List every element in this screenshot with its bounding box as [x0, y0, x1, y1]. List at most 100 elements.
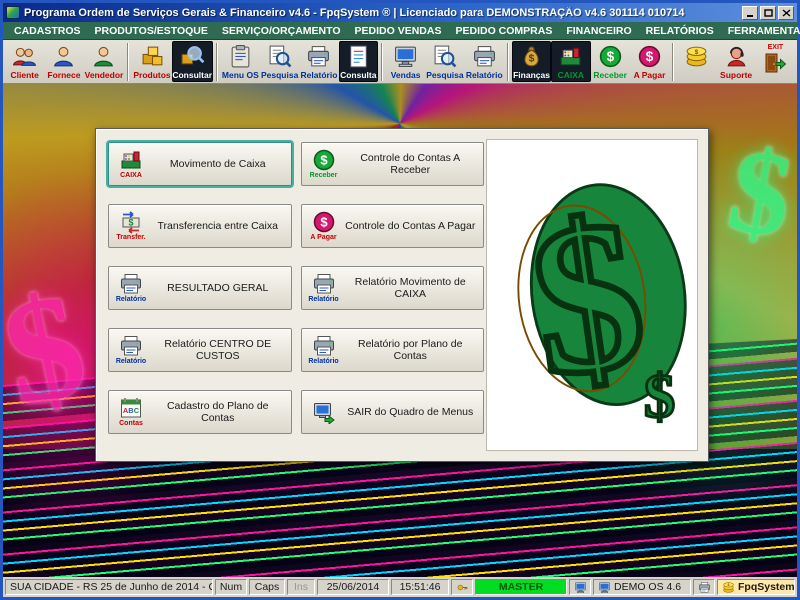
toolbar-separator	[127, 43, 129, 81]
toolbar-vendas-button[interactable]: Vendas	[386, 41, 425, 82]
transferencia-entre-caixa-button[interactable]: Transfer. Transferencia entre Caixa	[108, 204, 292, 248]
monitor-icon	[393, 44, 418, 69]
support-headset-icon	[724, 44, 749, 69]
toolbar-produtos-button[interactable]: Produtos	[132, 41, 171, 82]
search-products-icon	[180, 44, 205, 69]
menu-ferramentas[interactable]: FERRAMENTAS	[721, 25, 800, 37]
maximize-button[interactable]	[760, 6, 776, 20]
status-monitor-indicator	[569, 579, 591, 595]
exit-sign-label: EXIT	[768, 44, 784, 51]
search-document-icon	[432, 44, 457, 69]
close-button[interactable]	[778, 6, 794, 20]
menu-relatorios[interactable]: RELATÓRIOS	[639, 25, 721, 37]
status-printer-indicator[interactable]	[693, 579, 715, 595]
exit-screen-icon	[305, 400, 343, 424]
app-window: Programa Ordem de Serviços Gerais & Fina…	[0, 0, 800, 600]
search-document-icon	[267, 44, 292, 69]
status-brand: FpqSystem	[717, 579, 795, 595]
big-dollar-sign-art	[492, 149, 692, 441]
panel-right-column: Receber Controle do Contas A Receber A P…	[301, 142, 485, 434]
transfer-arrows-icon: Transfer.	[112, 210, 150, 242]
toolbar-consultar-button[interactable]: Consultar	[172, 41, 213, 82]
document-icon	[346, 44, 371, 69]
menu-servico-orcamento[interactable]: SERVIÇO/ORÇAMENTO	[215, 25, 348, 37]
gold-coins-icon	[684, 44, 709, 69]
red-dollar-coin-icon: A Pagar	[305, 210, 343, 242]
resultado-geral-button[interactable]: Relatório RESULTADO GERAL	[108, 266, 292, 310]
toolbar-a-pagar-button[interactable]: A Pagar	[630, 41, 669, 82]
toolbar-relatorio-vendas-button[interactable]: Relatório	[465, 41, 504, 82]
toolbar-caixa-button[interactable]: CAIXA	[551, 41, 590, 82]
menu-cadastros[interactable]: CADASTROS	[7, 25, 88, 37]
cash-register-icon: CAIXA	[112, 148, 150, 180]
status-num-lock: Num	[215, 579, 247, 595]
products-boxes-icon	[140, 44, 165, 69]
key-icon	[456, 581, 469, 594]
toolbar-financas-button[interactable]: Finanças	[512, 41, 551, 82]
toolbar-moedas-button[interactable]	[677, 41, 716, 82]
status-caps-lock: Caps	[249, 579, 285, 595]
toolbar-vendedor-button[interactable]: Vendedor	[84, 41, 125, 82]
menu-produtos-estoque[interactable]: PRODUTOS/ESTOQUE	[88, 25, 215, 37]
clipboard-icon	[228, 44, 253, 69]
menu-financeiro[interactable]: FINANCEIRO	[559, 25, 638, 37]
clients-icon	[12, 44, 37, 69]
status-insert: Ins	[287, 579, 315, 595]
red-dollar-coin-icon	[637, 44, 662, 69]
toolbar: Cliente Fornece Vendedor Produtos Consul…	[3, 40, 797, 84]
green-dollar-coin-icon: Receber	[305, 148, 343, 180]
status-time: 15:51:46	[391, 579, 449, 595]
toolbar-separator	[672, 43, 674, 81]
relatorio-centro-de-custos-button[interactable]: Relatório Relatório CENTRO DE CUSTOS	[108, 328, 292, 372]
monitor-icon	[574, 581, 587, 594]
relatorio-movimento-caixa-button[interactable]: Relatório Relatório Movimento de CAIXA	[301, 266, 485, 310]
supplier-icon	[51, 44, 76, 69]
gold-coins-icon	[722, 581, 735, 594]
menu-pedido-vendas[interactable]: PEDIDO VENDAS	[348, 25, 449, 37]
sair-quadro-menus-button[interactable]: SAIR do Quadro de Menus	[301, 390, 485, 434]
cadastro-plano-de-contas-button[interactable]: Contas Cadastro do Plano de Contas	[108, 390, 292, 434]
printer-icon	[472, 44, 497, 69]
toolbar-cliente-button[interactable]: Cliente	[5, 41, 44, 82]
toolbar-menu-os-button[interactable]: Menu OS	[221, 41, 260, 82]
toolbar-separator	[216, 43, 218, 81]
financeiro-menu-panel: CAIXA Movimento de Caixa Transfer. Trans…	[95, 128, 709, 462]
menu-pedido-compras[interactable]: PEDIDO COMPRAS	[448, 25, 559, 37]
monitor-icon	[598, 581, 611, 594]
toolbar-receber-button[interactable]: Receber	[591, 41, 630, 82]
relatorio-plano-de-contas-button[interactable]: Relatório Relatório por Plano de Contas	[301, 328, 485, 372]
toolbar-suporte-button[interactable]: Suporte	[716, 41, 755, 82]
salesperson-icon	[91, 44, 116, 69]
status-system-version: DEMO OS 4.6	[593, 579, 691, 595]
toolbar-separator	[381, 43, 383, 81]
toolbar-sair-button[interactable]: EXIT	[756, 41, 795, 82]
desktop-background: $ $ CAIXA Movimento de Caixa	[3, 84, 797, 577]
green-dollar-coin-icon	[598, 44, 623, 69]
window-title: Programa Ordem de Serviços Gerais & Fina…	[24, 7, 742, 19]
app-icon	[6, 6, 20, 19]
contas-a-receber-button[interactable]: Receber Controle do Contas A Receber	[301, 142, 485, 186]
neon-dollar-art-left: $	[3, 258, 99, 442]
contas-a-pagar-button[interactable]: A Pagar Controle do Contas A Pagar	[301, 204, 485, 248]
printer-icon: Relatório	[305, 272, 343, 304]
neon-dollar-art-right: $	[719, 120, 797, 266]
toolbar-pesquisa-os-button[interactable]: Pesquisa	[260, 41, 299, 82]
status-user-badge: MASTER	[475, 579, 567, 595]
status-date: 25/06/2014	[317, 579, 389, 595]
status-location: SUA CIDADE - RS 25 de Junho de 2014 - Qu…	[5, 579, 213, 595]
calendar-abc-icon: Contas	[112, 396, 150, 428]
movimento-de-caixa-button[interactable]: CAIXA Movimento de Caixa	[108, 142, 292, 186]
toolbar-relatorio-os-button[interactable]: Relatório	[299, 41, 338, 82]
panel-left-column: CAIXA Movimento de Caixa Transfer. Trans…	[108, 142, 292, 434]
exit-door-icon	[763, 51, 787, 75]
titlebar: Programa Ordem de Serviços Gerais & Fina…	[3, 3, 797, 22]
status-key-indicator	[451, 579, 473, 595]
toolbar-fornecedor-button[interactable]: Fornece	[44, 41, 83, 82]
statusbar: SUA CIDADE - RS 25 de Junho de 2014 - Qu…	[3, 577, 797, 597]
menubar: CADASTROS PRODUTOS/ESTOQUE SERVIÇO/ORÇAM…	[3, 22, 797, 40]
toolbar-pesquisa-vendas-button[interactable]: Pesquisa	[425, 41, 464, 82]
toolbar-consulta-button[interactable]: Consulta	[339, 41, 378, 82]
printer-icon: Relatório	[112, 272, 150, 304]
minimize-button[interactable]	[742, 6, 758, 20]
moneybag-icon	[519, 44, 544, 69]
